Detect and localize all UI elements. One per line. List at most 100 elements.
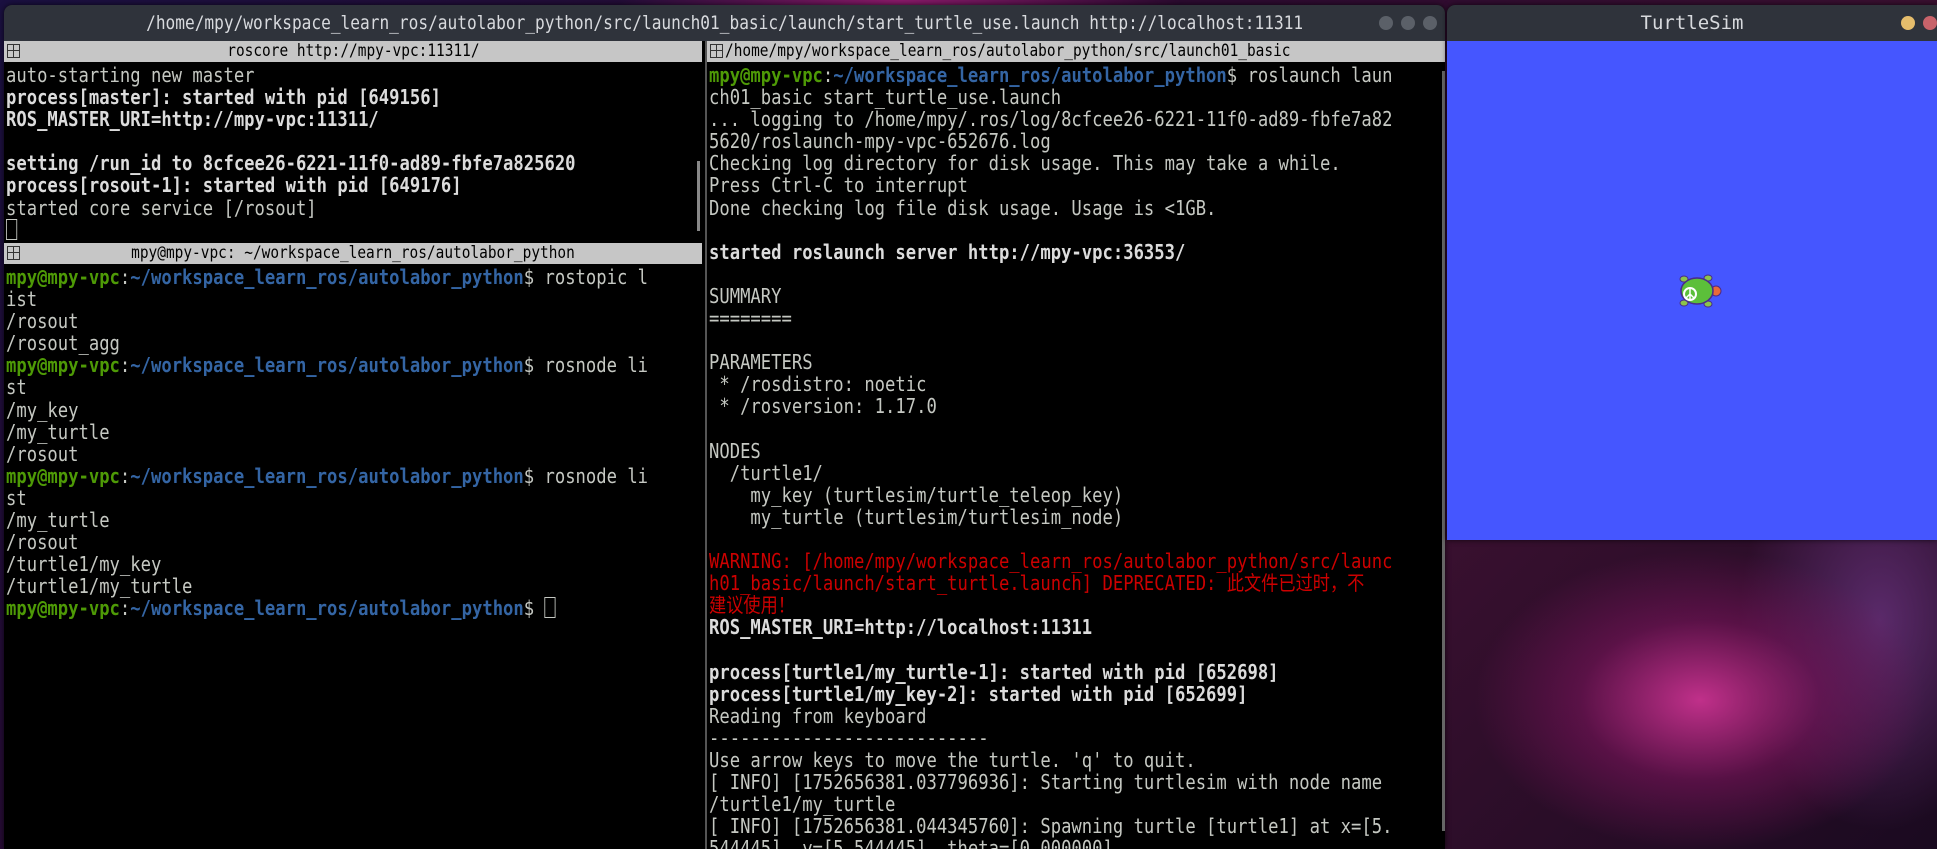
terminal-line: /rosout [6, 310, 594, 332]
terminal-line: auto-starting new master [6, 64, 594, 86]
line-text: started core service [/rosout] [6, 195, 317, 220]
turtlesim-titlebar[interactable]: TurtleSim [1447, 5, 1937, 41]
terminal-line: st [6, 376, 594, 398]
terminal-line: Press Ctrl-C to interrupt [709, 174, 1333, 196]
terminal-line: process[turtle1/my_turtle-1]: started wi… [709, 659, 1333, 684]
pane-menu-icon[interactable] [710, 44, 723, 58]
terminal-line: ist [6, 288, 594, 310]
terminal-line: /rosout [6, 443, 594, 465]
terminal-line: Done checking log file disk usage. Usage… [709, 197, 1333, 219]
terminal-line: process[rosout-1]: started with pid [649… [6, 174, 594, 196]
terminal-line: [ INFO] [1752656381.037796936]: Starting… [709, 771, 1382, 793]
terminal-line: PARAMETERS [709, 351, 1333, 373]
line-text: Use arrow keys to move the turtle. 'q' t… [709, 747, 1196, 772]
terminal-output[interactable]: auto-starting new master process[master]:… [4, 62, 692, 243]
prompt-user: mpy@mpy-vpc [6, 463, 120, 488]
prompt-path: ~/workspace_learn_ros/autolabor_python [130, 265, 524, 289]
terminal-line: mpy@mpy-vpc:~/workspace_learn_ros/autola… [6, 597, 594, 619]
minimize-button[interactable] [1901, 16, 1915, 30]
terminal-line: mpy@mpy-vpc:~/workspace_learn_ros/autola… [6, 353, 648, 378]
warning-text: h01_basic/launch/start_turtle.launch] DE… [709, 571, 1365, 596]
line-text: setting /run_id to 8cfcee26-6221-11f0-ad… [6, 151, 576, 176]
pane-header[interactable]: roscore http://mpy-vpc:11311/ [4, 41, 702, 62]
terminal-window: /home/mpy/workspace_learn_ros/autolabor_… [4, 5, 1445, 849]
terminal-cursor [544, 597, 556, 619]
line-text: PARAMETERS [709, 350, 813, 375]
terminal-line: ch01_basic start_turtle_use.launch [709, 86, 1333, 108]
line-text: ... logging to /home/mpy/.ros/log/8cfcee… [709, 107, 1393, 132]
pane-header[interactable]: mpy@mpy-vpc: ~/workspace_learn_ros/autol… [4, 243, 702, 264]
prompt-path: ~/workspace_learn_ros/autolabor_python [130, 596, 524, 621]
terminal-line: process[master]: started with pid [64915… [6, 86, 594, 108]
terminal-line: 建议使用！ [709, 594, 1333, 616]
terminal-pane-roscore[interactable]: roscore http://mpy-vpc:11311/ auto-start… [4, 41, 702, 243]
line-text: my_turtle (turtlesim/turtlesim_node) [709, 504, 1124, 529]
terminal-titlebar[interactable]: /home/mpy/workspace_learn_ros/autolabor_… [4, 5, 1445, 41]
pane-title: mpy@mpy-vpc: ~/workspace_learn_ros/autol… [131, 243, 575, 263]
terminal-line: ROS_MASTER_URI=http://mpy-vpc:11311/ [6, 108, 594, 130]
line-text: /my_turtle [6, 508, 110, 533]
line-text: ch01_basic start_turtle_use.launch [709, 85, 1062, 110]
terminal-line: started core service [/rosout] [6, 197, 594, 219]
line-text: [ INFO] [1752656381.037796936]: Starting… [709, 770, 1383, 794]
terminal-line: 544445], y=[5.544445], theta=[0.000000] [709, 837, 1333, 849]
line-text: : [119, 353, 131, 378]
scrollbar[interactable] [1442, 71, 1445, 831]
prompt-path: ~/workspace_learn_ros/autolabor_python [130, 463, 524, 488]
maximize-button[interactable] [1401, 16, 1415, 30]
line-text: /rosout [6, 309, 79, 334]
close-button[interactable] [1923, 16, 1937, 30]
line-text: Press Ctrl-C to interrupt [709, 173, 968, 198]
line-text: $ rostopic l [523, 265, 649, 289]
terminal-output[interactable]: mpy@mpy-vpc:~/workspace_learn_ros/autola… [707, 62, 1437, 849]
pane-menu-icon[interactable] [7, 246, 20, 260]
terminal-line: --------------------------- [709, 727, 1333, 749]
line-text: /turtle1/ [709, 460, 823, 485]
line-text: st [6, 485, 27, 510]
line-text: $ rosnode li [523, 353, 649, 378]
scrollbar[interactable] [697, 161, 700, 231]
line-text: process[turtle1/my_turtle-1]: started wi… [709, 659, 1279, 684]
line-text: * /rosversion: 1.17.0 [709, 394, 937, 419]
close-button[interactable] [1423, 16, 1437, 30]
terminal-line: setting /run_id to 8cfcee26-6221-11f0-ad… [6, 152, 594, 174]
terminal-output[interactable]: mpy@mpy-vpc:~/workspace_learn_ros/autola… [4, 264, 692, 849]
prompt-path: ~/workspace_learn_ros/autolabor_python [833, 63, 1227, 87]
terminal-line: st [6, 487, 594, 509]
line-text: : [119, 596, 131, 621]
prompt-path: ~/workspace_learn_ros/autolabor_python [130, 353, 524, 378]
line-text: auto-starting new master [6, 63, 255, 87]
line-text: started roslaunch server http://mpy-vpc:… [709, 239, 1186, 264]
line-text: /rosout [6, 441, 79, 466]
minimize-button[interactable] [1379, 16, 1393, 30]
warning-text: 建议使用！ [709, 593, 795, 618]
line-text: process[rosout-1]: started with pid [649… [6, 173, 462, 198]
prompt-user: mpy@mpy-vpc [6, 353, 120, 378]
terminal-line: my_turtle (turtlesim/turtlesim_node) [709, 506, 1333, 528]
terminal-line: NODES [709, 440, 1333, 462]
terminal-line: ROS_MASTER_URI=http://localhost:11311 [709, 616, 1333, 638]
terminal-line: /turtle1/my_key [6, 553, 594, 575]
line-text: SUMMARY [709, 283, 782, 308]
line-text: /my_turtle [6, 419, 110, 444]
terminal-line [6, 218, 594, 241]
pane-title: roscore http://mpy-vpc:11311/ [226, 41, 480, 61]
line-text: Checking log directory for disk usage. T… [709, 151, 1341, 176]
terminal-line: /my_key [6, 399, 594, 421]
pane-menu-icon[interactable] [7, 44, 20, 58]
turtle-icon [1679, 274, 1722, 308]
terminal-line: /turtle1/my_turtle [709, 793, 1333, 815]
terminal-line: Reading from keyboard [709, 705, 1333, 727]
terminal-pane-shell[interactable]: mpy@mpy-vpc: ~/workspace_learn_ros/autol… [4, 243, 702, 849]
prompt-user: mpy@mpy-vpc [6, 265, 120, 289]
terminal-pane-roslaunch[interactable]: /home/mpy/workspace_learn_ros/autolabor_… [705, 41, 1445, 849]
terminal-line: mpy@mpy-vpc:~/workspace_learn_ros/autola… [6, 265, 648, 289]
pane-header[interactable]: /home/mpy/workspace_learn_ros/autolabor_… [707, 41, 1445, 62]
terminal-line: /rosout_agg [6, 332, 594, 354]
